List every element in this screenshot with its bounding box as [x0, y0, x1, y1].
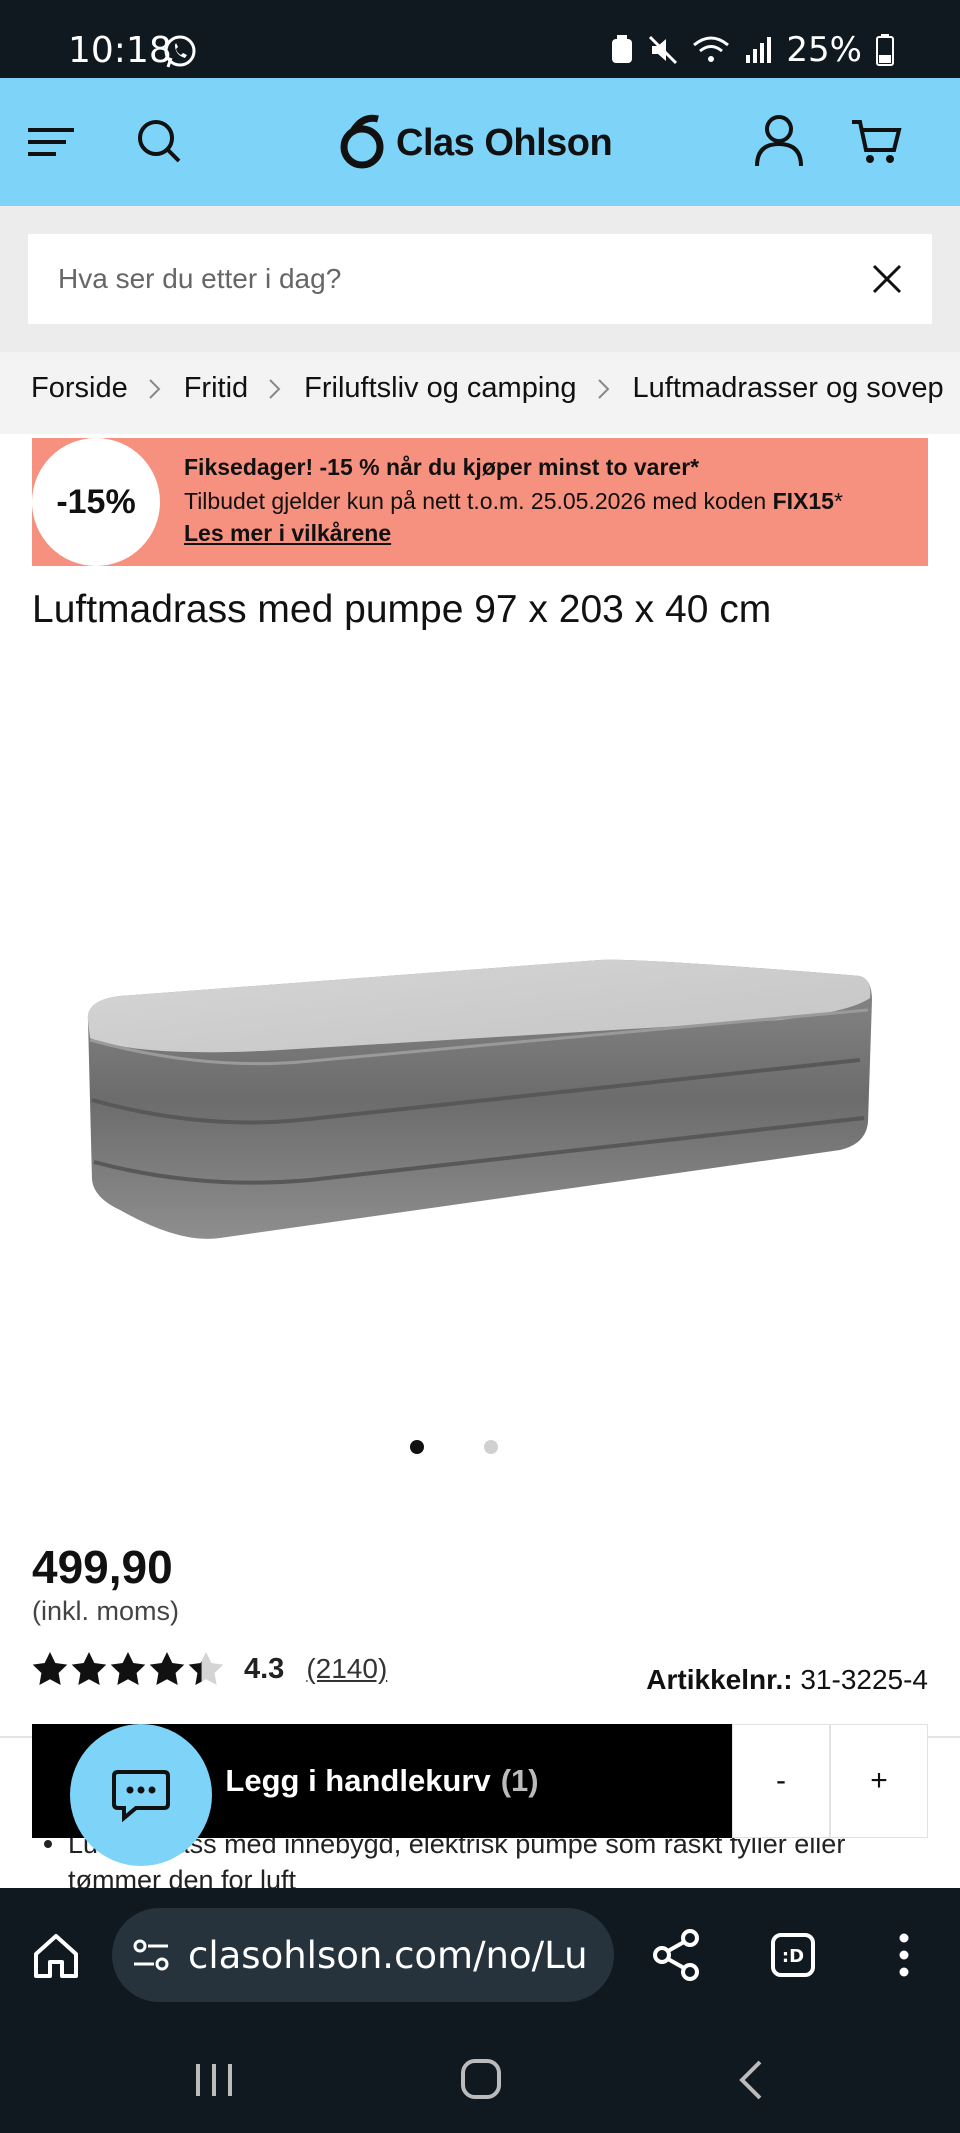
bullet	[44, 1840, 52, 1848]
menu-icon[interactable]	[28, 122, 76, 162]
article-number-label: Artikkelnr.:	[646, 1664, 793, 1695]
url-text: clasohlson.com/no/Lu	[188, 1934, 588, 1977]
review-count-link[interactable]: (2140)	[306, 1653, 387, 1685]
article-number-value: 31-3225-4	[800, 1664, 928, 1695]
brand-name: Clas Ohlson	[396, 121, 613, 164]
chevron-right-icon	[577, 374, 633, 404]
breadcrumb-item-luftmadrasser[interactable]: Luftmadrasser og sovep	[633, 372, 944, 405]
search-box	[28, 234, 932, 324]
product-rating: 4.3 (2140)	[32, 1652, 387, 1686]
share-icon[interactable]	[652, 1928, 700, 1982]
more-options-icon[interactable]	[890, 1930, 918, 1980]
back-icon[interactable]	[736, 2058, 764, 2102]
site-header: Clas Ohlson	[0, 78, 960, 206]
breadcrumb-item-fritid[interactable]: Fritid	[184, 372, 248, 405]
user-icon[interactable]	[754, 114, 804, 168]
chevron-right-icon	[128, 374, 184, 404]
wifi-icon	[693, 36, 730, 62]
pagination-dot-active[interactable]	[410, 1440, 424, 1454]
rating-stars	[32, 1652, 224, 1686]
dex-icon[interactable]: :D	[770, 1932, 816, 1978]
pagination-dot[interactable]	[484, 1440, 498, 1454]
breadcrumb: Forside Fritid Friluftsliv og camping Lu…	[0, 352, 960, 434]
cart-quantity: (1)	[500, 1763, 539, 1798]
battery-icon	[876, 34, 894, 66]
breadcrumb-item-forside[interactable]: Forside	[31, 372, 128, 405]
brand-logo[interactable]: Clas Ohlson	[338, 112, 613, 174]
vat-note: (inkl. moms)	[32, 1596, 179, 1626]
increase-quantity-button[interactable]: +	[830, 1724, 928, 1838]
mute-icon	[649, 35, 678, 65]
star-icon	[32, 1652, 68, 1685]
svg-text::D: :D	[782, 1946, 804, 1967]
promo-terms-link[interactable]: Les mer i vilkårene	[184, 520, 391, 547]
system-nav-bar	[0, 2022, 960, 2133]
promo-detail-text: Tilbudet gjelder kun på nett t.o.m. 25.0…	[184, 488, 767, 514]
logo-mark-icon	[340, 114, 384, 169]
star-icon	[71, 1652, 107, 1685]
star-icon	[149, 1652, 185, 1685]
product-price: 499,90	[32, 1541, 173, 1593]
image-pagination	[408, 1440, 508, 1456]
star-half-icon	[188, 1652, 224, 1685]
cart-icon[interactable]	[850, 116, 902, 166]
whatsapp-icon	[164, 35, 196, 68]
search-input[interactable]	[28, 234, 848, 324]
chat-icon	[112, 1770, 170, 1822]
product-title: Luftmadrass med pumpe 97 x 203 x 40 cm	[32, 588, 772, 631]
battery-percent: 25%	[786, 30, 862, 70]
star-icon	[110, 1652, 146, 1685]
signal-icon	[746, 37, 772, 63]
home-button-icon[interactable]	[460, 2058, 502, 2100]
rating-score: 4.3	[244, 1652, 285, 1685]
add-to-cart-label: Legg i handlekurv	[225, 1763, 491, 1798]
alarm-icon	[612, 35, 633, 63]
product-image[interactable]	[80, 940, 880, 1250]
breadcrumb-item-friluftsliv[interactable]: Friluftsliv og camping	[304, 372, 576, 405]
promo-headline: Fiksedager! -15 % når du kjøper minst to…	[184, 454, 700, 480]
article-number: Artikkelnr.: 31-3225-4	[646, 1664, 928, 1696]
chat-button[interactable]	[70, 1724, 212, 1866]
search-icon[interactable]	[136, 118, 182, 164]
promo-banner: -15% Fiksedager! -15 % når du kjøper min…	[32, 438, 928, 566]
search-area	[0, 206, 960, 352]
recent-apps-icon[interactable]	[192, 2060, 236, 2100]
status-time: 10:18	[68, 30, 172, 71]
promo-code-suffix: *	[833, 488, 843, 514]
close-icon[interactable]	[872, 264, 902, 294]
discount-badge: -15%	[32, 438, 160, 566]
browser-toolbar: clasohlson.com/no/Lu :D	[0, 1888, 960, 2022]
promo-code: FIX15	[772, 488, 834, 514]
status-bar: 10:18 25%	[0, 0, 960, 78]
decrease-quantity-button[interactable]: -	[732, 1724, 830, 1838]
site-settings-icon[interactable]	[132, 1938, 170, 1972]
address-bar[interactable]: clasohlson.com/no/Lu	[112, 1908, 614, 2002]
home-icon[interactable]	[32, 1932, 80, 1980]
chevron-right-icon	[248, 374, 304, 404]
promo-detail: Tilbudet gjelder kun på nett t.o.m. 25.0…	[184, 488, 843, 515]
